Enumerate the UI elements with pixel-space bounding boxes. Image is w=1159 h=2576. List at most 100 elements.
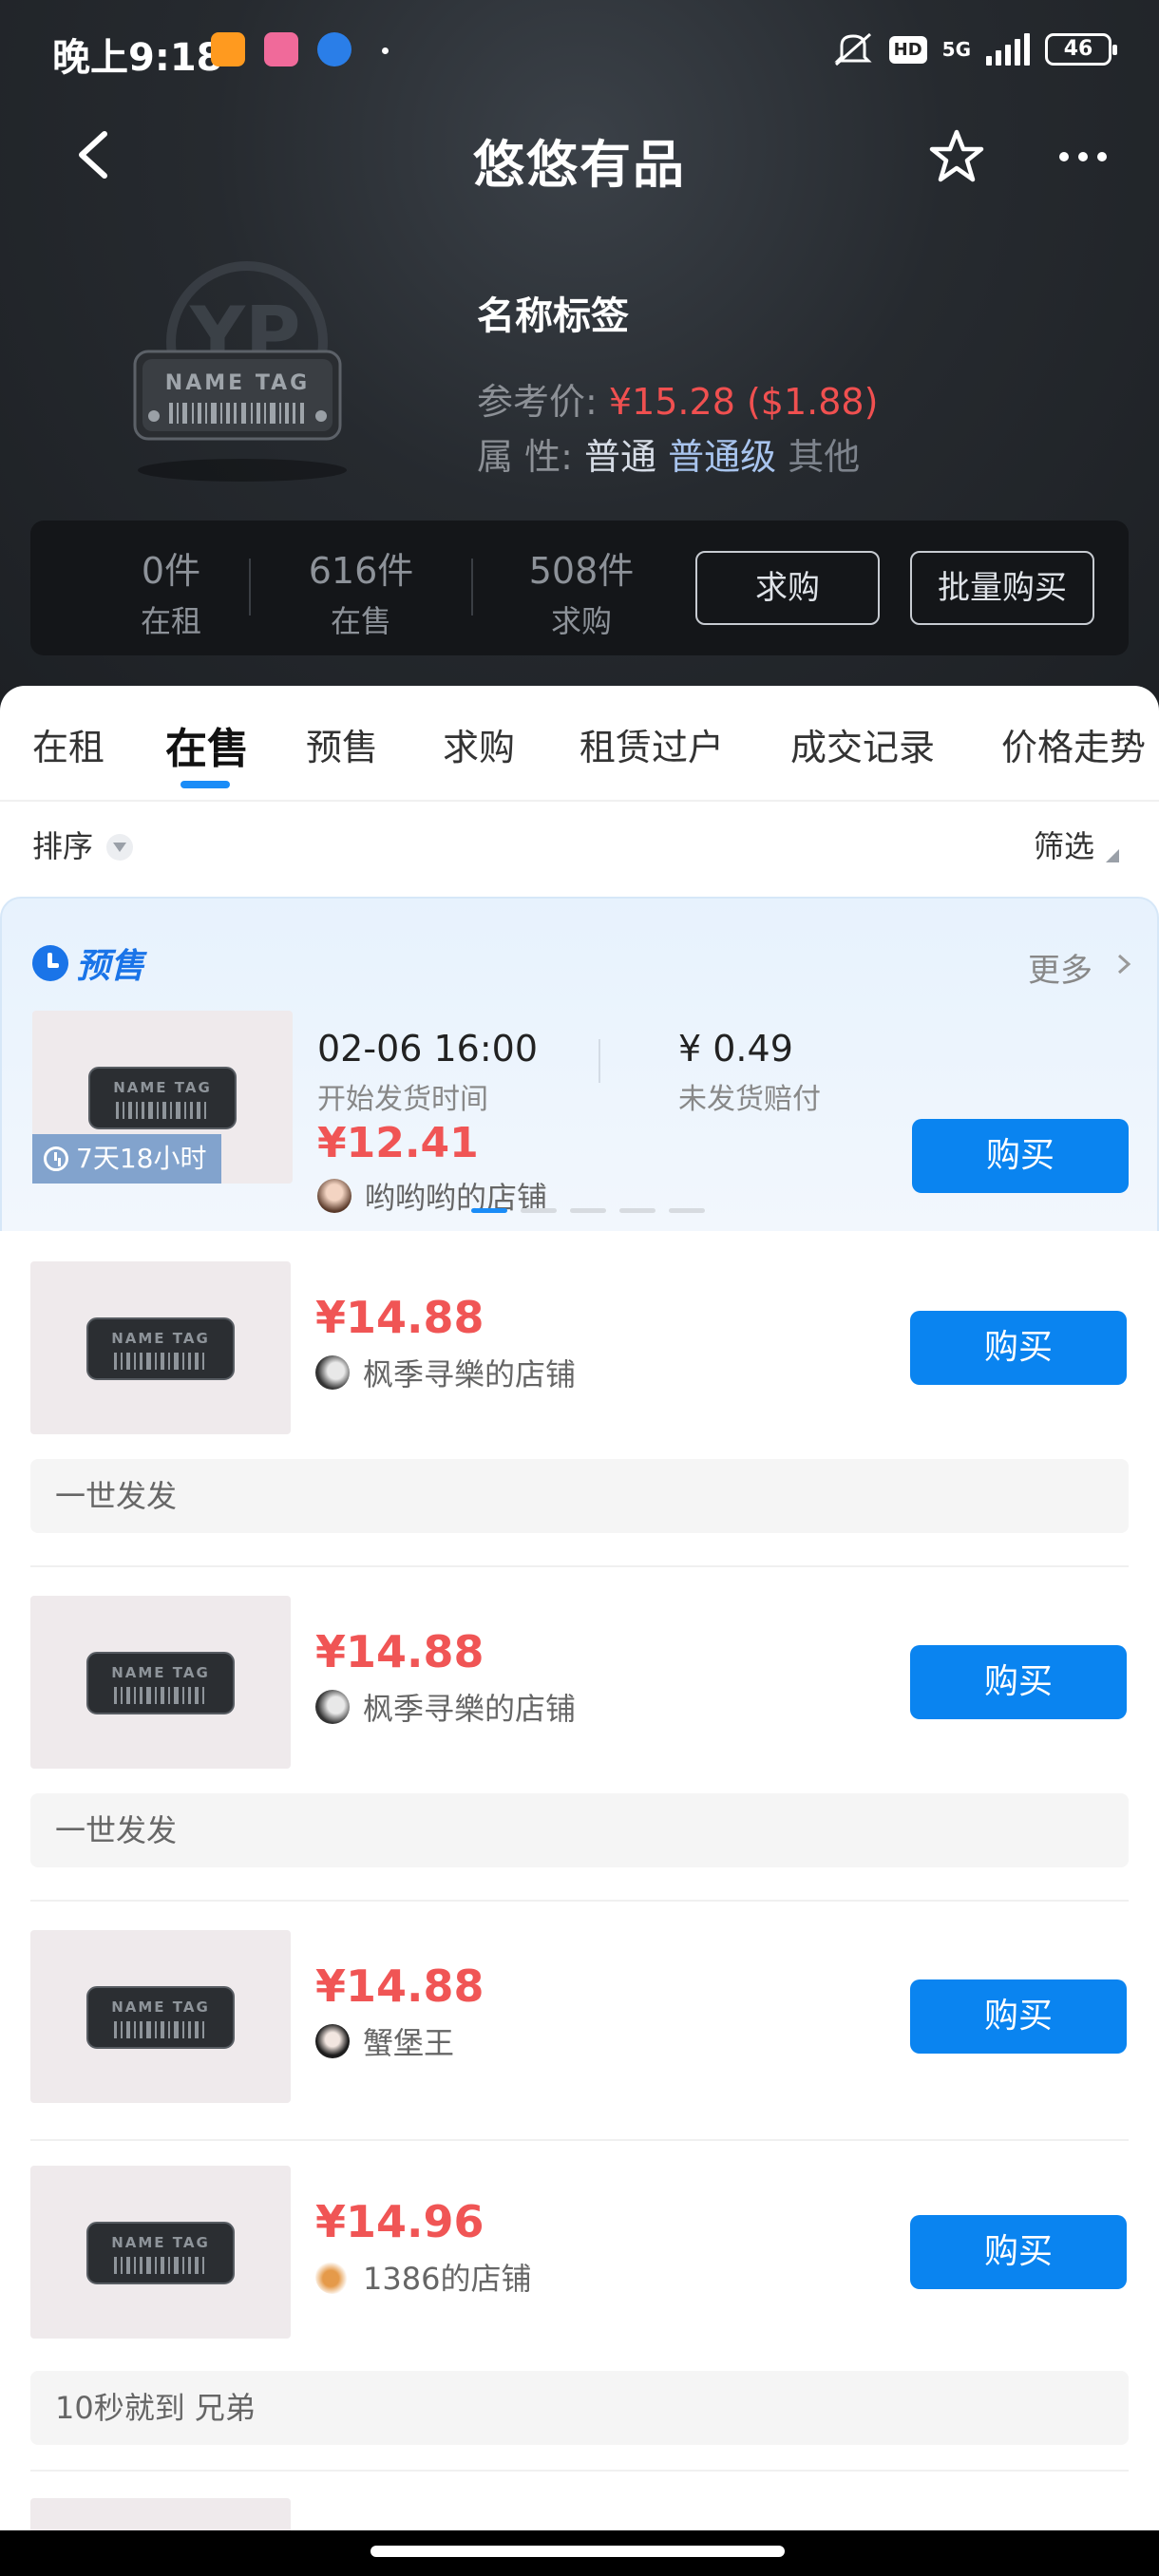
carousel-indicator (471, 1208, 705, 1213)
svg-text:NAME TAG: NAME TAG (111, 1330, 210, 1347)
buy-button[interactable]: 购买 (910, 1311, 1127, 1385)
buy-button[interactable]: 购买 (910, 1979, 1127, 2054)
home-indicator[interactable] (0, 2530, 1159, 2576)
filter-corner-icon (1106, 849, 1119, 862)
presale-countdown: 7天18小时 (32, 1134, 222, 1184)
listing-thumbnail[interactable]: NAME TAG (30, 1930, 291, 2103)
attr-quality[interactable]: 普通 (584, 436, 656, 478)
listing-shop[interactable]: 枫季寻樂的店铺 (315, 1685, 576, 1729)
svg-text:NAME TAG: NAME TAG (111, 1998, 210, 2016)
divider (30, 1565, 1129, 1567)
stat-renting-label: 在租 (140, 603, 201, 639)
tab-presale[interactable]: 预售 (306, 718, 378, 770)
listing-thumbnail[interactable]: NAME TAG (30, 2166, 291, 2339)
tab-indicator (180, 781, 230, 788)
listing-thumbnail[interactable]: NAME TAG (30, 1596, 291, 1769)
status-bar: 晚上9:18 HD 5G 46 (0, 0, 1159, 104)
listing-price: ¥14.88 (315, 1960, 484, 2012)
tab-price-trend[interactable]: 价格走势 (1001, 718, 1146, 770)
buy-request-button[interactable]: 求购 (695, 551, 880, 625)
avatar (315, 1690, 350, 1724)
presale-divider (598, 1039, 600, 1083)
signal-icon (986, 33, 1030, 66)
shop-name: 1386的店铺 (363, 2261, 532, 2297)
filter-button[interactable]: 筛选 (1034, 823, 1094, 866)
ref-price-value: ¥15.28 (608, 381, 735, 423)
seller-note: 一世发发 (30, 1459, 1129, 1533)
stat-selling-count: 616件 (308, 550, 414, 592)
carousel-dot (619, 1208, 656, 1213)
listing-item[interactable]: NAME TAG ¥14.88 蟹堡王 购买 (0, 1930, 1159, 2143)
favorite-star-icon[interactable] (926, 126, 987, 187)
network-type: 5G (941, 38, 971, 61)
presale-item-thumbnail[interactable]: NAME TAG 7天18小时 (32, 1011, 293, 1184)
stat-divider (249, 559, 251, 616)
tab-on-sale[interactable]: 在售 (165, 714, 249, 775)
mute-icon (832, 30, 874, 68)
carousel-dot (521, 1208, 557, 1213)
bulk-buy-button[interactable]: 批量购买 (910, 551, 1094, 625)
carousel-dot (570, 1208, 606, 1213)
bilibili-notification-icon (264, 32, 298, 66)
more-icon[interactable] (1053, 126, 1113, 187)
listing-shop[interactable]: 枫季寻樂的店铺 (315, 1351, 576, 1394)
listing-price: ¥14.96 (315, 2196, 484, 2247)
clock-icon (32, 945, 68, 981)
status-icons: HD 5G 46 (832, 28, 1117, 70)
stat-buying-label: 求购 (550, 603, 612, 639)
listing-shop[interactable]: 蟹堡王 (315, 2019, 454, 2063)
countdown-text: 7天18小时 (76, 1143, 207, 1174)
svg-text:NAME TAG: NAME TAG (111, 1664, 210, 1681)
listing-shop[interactable]: 1386的店铺 (315, 2255, 531, 2299)
ship-start-time: 02-06 16:00 (317, 1028, 539, 1070)
buy-button[interactable]: 购买 (910, 2215, 1127, 2289)
svg-text:NAME TAG: NAME TAG (111, 2234, 210, 2251)
stat-selling-label: 在售 (330, 603, 391, 639)
stats-bar: 0件 在租 616件 在售 508件 求购 求购 批量购买 (30, 521, 1129, 655)
listing-thumbnail[interactable]: NAME TAG (30, 1261, 291, 1434)
tab-renting[interactable]: 在租 (32, 718, 104, 770)
listing-item[interactable]: NAME TAG ¥14.96 1386的店铺 购买 10秒就到 兄弟 (0, 2166, 1159, 2479)
listing-sheet: 在租 在售 预售 求购 租赁过户 成交记录 价格走势 排序 筛选 预售 更多 N… (0, 686, 1159, 2576)
divider (30, 2470, 1129, 2472)
listing-item[interactable]: NAME TAG ¥14.88 枫季寻樂的店铺 购买 一世发发 (0, 1261, 1159, 1575)
carousel-dot (471, 1208, 507, 1213)
non-delivery-compensation: ¥ 0.49 (678, 1028, 793, 1070)
countdown-clock-icon (44, 1146, 68, 1171)
attr-grade[interactable]: 普通级 (668, 436, 776, 478)
shop-name: 枫季寻樂的店铺 (363, 1691, 577, 1727)
tab-lease-transfer[interactable]: 租赁过户 (580, 718, 724, 770)
presale-more-link[interactable]: 更多 (1028, 944, 1092, 991)
avatar (315, 2260, 350, 2294)
stat-selling[interactable]: 616件 在售 (266, 541, 456, 641)
sort-filter-bar: 排序 筛选 (0, 805, 1159, 881)
listing-item[interactable]: NAME TAG ¥14.88 枫季寻樂的店铺 购买 一世发发 (0, 1596, 1159, 1909)
avatar (315, 1355, 350, 1390)
presale-card[interactable]: 预售 更多 NAME TAG 7天18小时 02-06 16:00 开始发货时间… (0, 897, 1159, 1231)
product-image-label: NAME TAG (165, 371, 310, 395)
carousel-dot (669, 1208, 705, 1213)
product-attributes: 属 性: 普通 普通级 其他 (477, 427, 860, 480)
buy-button[interactable]: 购买 (910, 1645, 1127, 1719)
sort-dropdown-icon[interactable] (106, 834, 133, 861)
shop-name: 枫季寻樂的店铺 (363, 1356, 577, 1392)
tab-buy-requests[interactable]: 求购 (443, 718, 515, 770)
avatar (315, 2024, 350, 2058)
reference-price: 参考价: ¥15.28 ($1.88) (477, 372, 878, 425)
stat-renting[interactable]: 0件 在租 (76, 541, 266, 641)
nav-bar: 悠悠有品 (0, 109, 1159, 204)
product-name: 名称标签 (477, 294, 629, 338)
tab-trade-records[interactable]: 成交记录 (790, 718, 935, 770)
stat-buying[interactable]: 508件 求购 (486, 541, 676, 641)
attr-type[interactable]: 其他 (788, 436, 860, 478)
sort-button[interactable]: 排序 (32, 823, 93, 866)
presale-badge-label: 预售 (76, 947, 145, 986)
battery-icon: 46 (1045, 33, 1117, 66)
avatar (317, 1179, 352, 1213)
seller-note: 一世发发 (30, 1793, 1129, 1867)
presale-price: ¥12.41 (317, 1119, 479, 1167)
chevron-right-icon[interactable] (1113, 954, 1134, 975)
presale-buy-button[interactable]: 购买 (912, 1119, 1129, 1193)
ship-start-label: 开始发货时间 (317, 1083, 488, 1116)
status-time: 晚上9:18 (52, 36, 223, 80)
